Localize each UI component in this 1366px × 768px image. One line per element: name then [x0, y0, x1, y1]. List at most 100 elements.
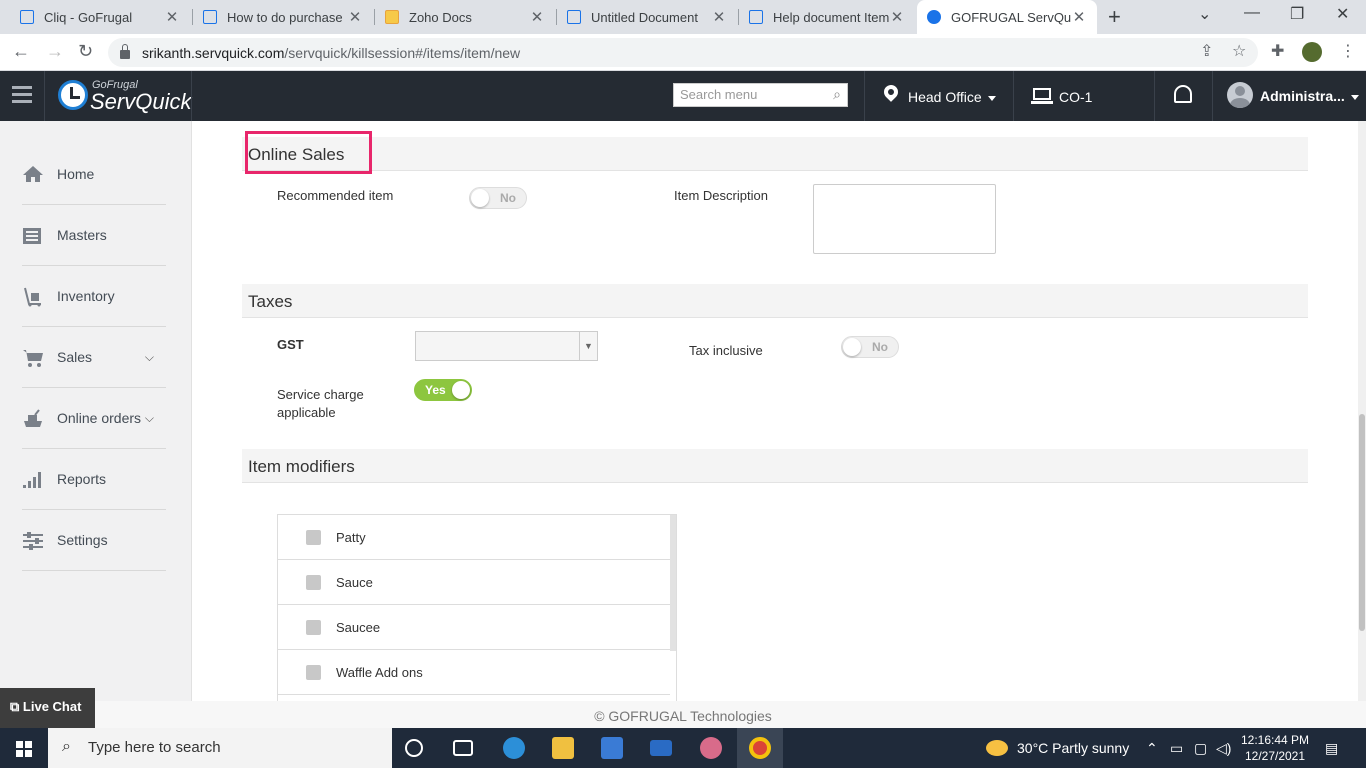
close-icon[interactable]: ✕	[529, 8, 545, 26]
network-icon[interactable]: ▭	[1170, 740, 1183, 757]
window-close-icon[interactable]: ✕	[1336, 4, 1349, 24]
close-icon[interactable]: ✕	[711, 8, 727, 26]
list-item[interactable]: Patty	[278, 515, 670, 560]
modifier-checkbox[interactable]	[306, 529, 321, 545]
section-item-modifiers: Item modifiers	[242, 449, 1308, 483]
section-taxes: Taxes	[242, 284, 1308, 318]
external-link-icon: ⧉	[10, 699, 23, 714]
list-item[interactable]: Sauce	[278, 560, 670, 605]
dropdown-arrow-icon[interactable]: ▼	[579, 332, 597, 360]
taskbar-clock[interactable]: 12:16:44 PM 12/27/2021	[1240, 732, 1310, 764]
reports-icon	[22, 470, 44, 488]
forward-icon[interactable]: →	[46, 41, 64, 62]
address-bar-row: ← → ↻ srikanth.servquick.com/servquick/k…	[0, 34, 1366, 71]
browser-tab-untitled[interactable]: Untitled Document ✕	[557, 0, 737, 34]
online-orders-icon	[22, 409, 44, 427]
minimize-icon[interactable]: —	[1244, 4, 1260, 22]
close-icon[interactable]: ✕	[889, 8, 905, 26]
counter-selector[interactable]: CO-1	[1059, 89, 1092, 105]
list-item[interactable]: Saucee	[278, 605, 670, 650]
service-charge-toggle[interactable]: Yes	[414, 379, 472, 401]
new-tab-icon[interactable]: +	[1108, 4, 1121, 30]
sidebar-item-home[interactable]: Home	[22, 144, 166, 205]
sidebar-item-sales[interactable]: Sales ⌵	[22, 327, 166, 388]
file-explorer-icon[interactable]	[552, 737, 574, 759]
tab-search-icon[interactable]: ⌄	[1198, 4, 1211, 24]
windows-start-icon[interactable]	[16, 741, 32, 757]
browser-tab-bar: Cliq - GoFrugal ✕ How to do purchase re …	[0, 0, 1366, 34]
close-icon[interactable]: ✕	[347, 8, 363, 26]
highlight-annotation	[245, 131, 372, 174]
hamburger-menu-icon[interactable]	[12, 86, 32, 104]
bell-icon[interactable]	[1174, 85, 1192, 103]
sidebar-item-reports[interactable]: Reports	[22, 449, 166, 510]
tax-inclusive-toggle[interactable]: No	[841, 336, 899, 358]
doc-icon	[203, 10, 217, 24]
recommended-item-toggle[interactable]: No	[469, 187, 527, 209]
taskbar-search-input[interactable]: ⌕ Type here to search	[48, 728, 392, 768]
search-icon[interactable]: ⌕	[833, 86, 841, 103]
search-menu-input[interactable]: Search menu ⌕	[673, 83, 848, 107]
list-item[interactable]: Waffle Add ons	[278, 650, 670, 695]
star-icon[interactable]: ☆	[1232, 41, 1246, 61]
location-selector[interactable]: Head Office	[908, 89, 996, 105]
back-icon[interactable]: ←	[12, 41, 30, 62]
mail-icon[interactable]	[650, 740, 672, 756]
page-scrollbar[interactable]	[1358, 121, 1366, 701]
scrollbar-thumb[interactable]	[1359, 414, 1365, 631]
menu-dots-icon[interactable]: ⋮	[1340, 41, 1356, 61]
user-avatar[interactable]	[1227, 82, 1253, 108]
browser-tab-cliq[interactable]: Cliq - GoFrugal ✕	[10, 0, 190, 34]
section-online-sales: Online Sales	[242, 137, 1308, 171]
profile-avatar[interactable]	[1302, 42, 1322, 62]
sidebar-item-online-orders[interactable]: Online orders ⌵	[22, 388, 166, 449]
settings-sliders-icon	[22, 531, 44, 550]
sidebar-item-inventory[interactable]: Inventory	[22, 266, 166, 327]
chrome-icon[interactable]	[749, 737, 771, 759]
item-description-label: Item Description	[674, 188, 768, 203]
user-menu[interactable]: Administra...	[1260, 88, 1359, 104]
edge-icon[interactable]	[503, 737, 525, 759]
browser-tab-servquick[interactable]: GOFRUGAL ServQuick ✕	[917, 0, 1097, 34]
chevron-down-icon: ⌵	[144, 349, 154, 364]
windows-taskbar: ⌕ Type here to search 30°C Partly sunny …	[0, 728, 1366, 768]
extensions-icon[interactable]: ✚	[1271, 41, 1284, 61]
cortana-icon[interactable]	[405, 739, 423, 757]
modifier-checkbox[interactable]	[306, 574, 321, 590]
list-scrollbar[interactable]	[670, 515, 676, 651]
logo-brand-big: ServQuick	[90, 89, 192, 114]
display-icon[interactable]: ▢	[1194, 740, 1207, 757]
gst-label: GST	[277, 337, 304, 352]
browser-tab-zoho-docs[interactable]: Zoho Docs ✕	[375, 0, 555, 34]
doc-icon	[567, 10, 581, 24]
notifications-icon[interactable]: ▤	[1325, 740, 1338, 757]
item-description-textarea[interactable]	[813, 184, 996, 254]
modifier-checkbox[interactable]	[306, 664, 321, 680]
folder-icon	[385, 10, 399, 24]
modifier-checkbox[interactable]	[306, 619, 321, 635]
close-icon[interactable]: ✕	[164, 8, 180, 26]
maximize-icon[interactable]: ❐	[1290, 4, 1304, 24]
lock-icon	[120, 44, 130, 59]
sidebar-item-masters[interactable]: Masters	[22, 205, 166, 266]
modifiers-list: Patty Sauce Saucee Waffle Add ons	[277, 514, 677, 704]
url-bar[interactable]: srikanth.servquick.com/servquick/killses…	[108, 38, 1258, 67]
app-icon[interactable]	[700, 737, 722, 759]
inventory-icon	[22, 287, 44, 307]
live-chat-button[interactable]: ⧉ Live Chat	[0, 688, 95, 728]
reload-icon[interactable]: ↻	[78, 41, 93, 62]
header-divider	[191, 71, 192, 121]
store-icon[interactable]	[601, 737, 623, 759]
chevron-up-icon[interactable]: ⌃	[1146, 740, 1158, 757]
sidebar-item-settings[interactable]: Settings	[22, 510, 166, 571]
recommended-item-label: Recommended item	[277, 188, 394, 203]
browser-tab-help-doc[interactable]: Help document Item r ✕	[739, 0, 915, 34]
masters-icon	[22, 226, 44, 244]
weather-text[interactable]: 30°C Partly sunny	[1017, 740, 1129, 756]
gst-select[interactable]: ▼	[415, 331, 598, 361]
volume-icon[interactable]: ◁)	[1216, 740, 1231, 757]
browser-tab-purchase[interactable]: How to do purchase re ✕	[193, 0, 373, 34]
close-icon[interactable]: ✕	[1071, 8, 1087, 26]
share-icon[interactable]: ⇪	[1200, 41, 1213, 61]
task-view-icon[interactable]	[453, 740, 473, 756]
